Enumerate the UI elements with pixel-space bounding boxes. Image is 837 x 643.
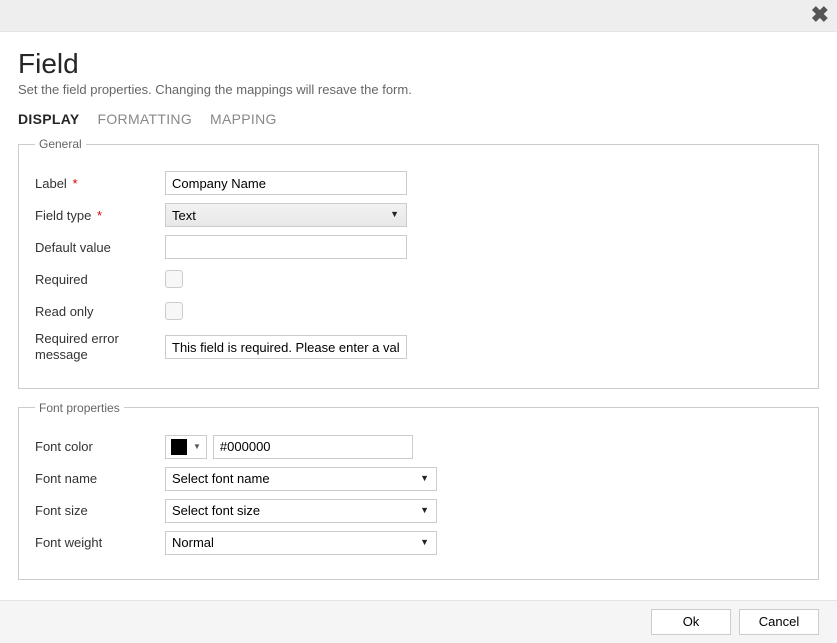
general-fieldset: General Label * Field type * Text Defaul…: [18, 137, 819, 389]
cancel-button[interactable]: Cancel: [739, 609, 819, 635]
font-name-select[interactable]: Select font name: [165, 467, 437, 491]
ok-button[interactable]: Ok: [651, 609, 731, 635]
row-font-color: Font color ▼: [35, 435, 802, 459]
row-label: Label *: [35, 171, 802, 195]
required-error-input[interactable]: [165, 335, 407, 359]
required-marker-icon: *: [97, 208, 102, 223]
general-legend: General: [35, 137, 86, 151]
tab-formatting[interactable]: Formatting: [98, 111, 193, 129]
label-label: Label *: [35, 176, 165, 191]
fieldtype-label-text: Field type: [35, 208, 91, 223]
font-name-label: Font name: [35, 471, 165, 486]
tab-mapping[interactable]: Mapping: [210, 111, 277, 129]
readonly-checkbox[interactable]: [165, 302, 183, 320]
font-color-label: Font color: [35, 439, 165, 454]
dialog-content: Field Set the field properties. Changing…: [0, 32, 837, 600]
chevron-down-icon: ▼: [193, 442, 201, 451]
font-size-label: Font size: [35, 503, 165, 518]
label-label-text: Label: [35, 176, 67, 191]
row-required: Required: [35, 267, 802, 291]
reqerr-label: Required error message: [35, 331, 165, 364]
font-color-picker[interactable]: ▼: [165, 435, 207, 459]
font-name-select-wrap: Select font name: [165, 467, 437, 491]
fieldtype-select-wrap: Text: [165, 203, 407, 227]
readonly-label: Read only: [35, 304, 165, 319]
tab-strip: Display Formatting Mapping: [18, 111, 819, 129]
tab-display[interactable]: Display: [18, 111, 80, 129]
default-value-input[interactable]: [165, 235, 407, 259]
close-icon[interactable]: ✖: [811, 4, 829, 26]
row-readonly: Read only: [35, 299, 802, 323]
fieldtype-label: Field type *: [35, 208, 165, 223]
row-required-error: Required error message: [35, 331, 802, 364]
required-marker-icon: *: [72, 176, 77, 191]
fieldtype-select[interactable]: Text: [165, 203, 407, 227]
default-label: Default value: [35, 240, 165, 255]
dialog-footer: Ok Cancel: [0, 600, 837, 643]
font-size-select[interactable]: Select font size: [165, 499, 437, 523]
page-subtitle: Set the field properties. Changing the m…: [18, 82, 819, 97]
label-input[interactable]: [165, 171, 407, 195]
required-label: Required: [35, 272, 165, 287]
font-color-hex-input[interactable]: [213, 435, 413, 459]
font-size-select-wrap: Select font size: [165, 499, 437, 523]
font-weight-select[interactable]: Normal: [165, 531, 437, 555]
dialog-header-bar: ✖: [0, 0, 837, 32]
row-default-value: Default value: [35, 235, 802, 259]
color-swatch-icon: [171, 439, 187, 455]
font-weight-label: Font weight: [35, 535, 165, 550]
row-font-size: Font size Select font size: [35, 499, 802, 523]
page-title: Field: [18, 48, 819, 80]
row-field-type: Field type * Text: [35, 203, 802, 227]
row-font-name: Font name Select font name: [35, 467, 802, 491]
row-font-weight: Font weight Normal: [35, 531, 802, 555]
font-legend: Font properties: [35, 401, 124, 415]
required-checkbox[interactable]: [165, 270, 183, 288]
font-weight-select-wrap: Normal: [165, 531, 437, 555]
font-properties-fieldset: Font properties Font color ▼ Font name S…: [18, 401, 819, 580]
